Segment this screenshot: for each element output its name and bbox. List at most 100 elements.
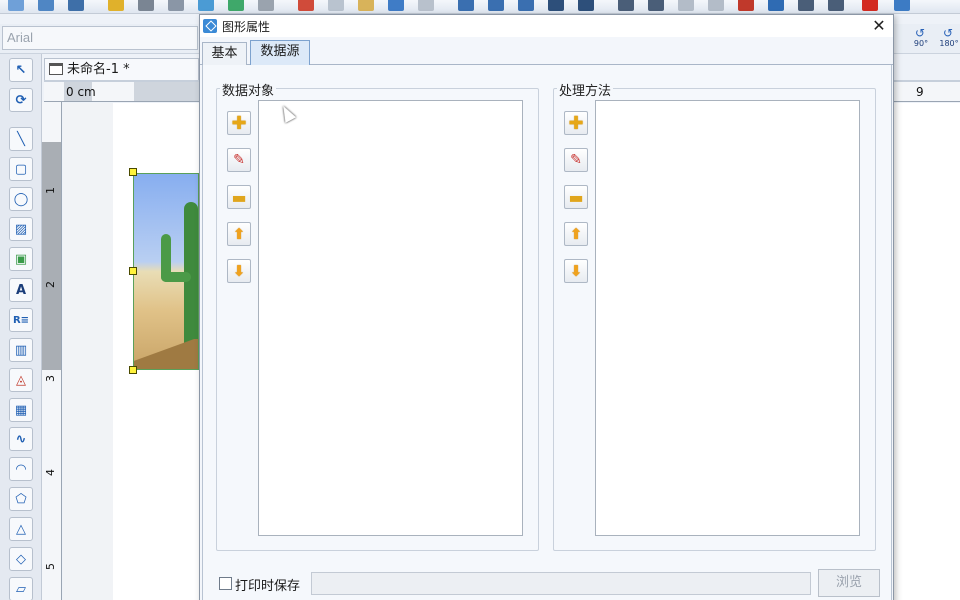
print-save-label[interactable]: 打印时保存 <box>235 575 300 594</box>
browse-button[interactable]: 浏览 <box>818 569 880 597</box>
document-icon <box>49 63 63 75</box>
distribute-icon[interactable] <box>648 0 664 11</box>
data-objects-list[interactable] <box>258 100 523 536</box>
resize-handle-top-left[interactable] <box>129 168 137 176</box>
new-icon[interactable] <box>8 0 24 11</box>
processing-methods-group: 处理方法 ✚ ✎ ▬ ⬆ ⬇ <box>553 80 876 551</box>
undo-icon[interactable] <box>388 0 404 11</box>
edit-icon: ✎ <box>233 152 245 168</box>
settings-icon[interactable] <box>108 0 124 11</box>
rotate-icon[interactable]: ⟳ <box>9 88 33 112</box>
selected-picture-object[interactable] <box>133 173 199 370</box>
remove-processing-button[interactable]: ▬ <box>564 185 588 209</box>
dialog-titlebar[interactable]: 图形属性 ✕ <box>200 15 893 37</box>
ungroup-icon[interactable] <box>708 0 724 11</box>
qrcode-icon[interactable]: ▦ <box>9 398 33 422</box>
move-up-data-object-button[interactable]: ⬆ <box>227 222 251 246</box>
eye-icon[interactable] <box>738 0 754 11</box>
resize-handle-bottom-left[interactable] <box>129 366 137 374</box>
cactus-image-arm-joint <box>161 272 191 282</box>
paste-icon[interactable] <box>358 0 374 11</box>
processing-methods-list[interactable] <box>595 100 860 536</box>
diamond-icon[interactable]: ◇ <box>9 547 33 571</box>
export-icon[interactable] <box>894 0 910 11</box>
datasource-panel: 数据对象 ✚ ✎ ▬ ⬆ ⬇ 处理方法 ✚ ✎ ▬ ⬆ ⬇ 打印时保存 浏览 <box>202 65 892 600</box>
canvas-margin <box>63 103 113 600</box>
rotate-180-label: 180° <box>939 39 959 48</box>
zoom-out-icon[interactable] <box>488 0 504 11</box>
zoom-fit-icon[interactable] <box>518 0 534 11</box>
dialog-tabs: 基本 数据源 <box>200 39 893 66</box>
picture-icon[interactable]: ▣ <box>9 247 33 271</box>
copy-icon[interactable] <box>328 0 344 11</box>
ellipse-icon[interactable]: ◯ <box>9 187 33 211</box>
shape-properties-dialog: 图形属性 ✕ 基本 数据源 数据对象 ✚ ✎ ▬ ⬆ ⬇ 处理方法 ✚ ✎ ▬ … <box>199 14 894 600</box>
image-icon[interactable]: ▨ <box>9 217 33 241</box>
curve-icon[interactable]: ∿ <box>9 427 33 451</box>
richtext-icon[interactable]: R≡ <box>9 308 33 332</box>
polygon-icon[interactable]: ⬠ <box>9 487 33 511</box>
tab-basic[interactable]: 基本 <box>202 42 247 65</box>
data-objects-label: 数据对象 <box>220 80 277 99</box>
rounded-rect-icon[interactable]: ▢ <box>9 157 33 181</box>
text-icon[interactable]: A <box>9 278 33 302</box>
sort-icon[interactable] <box>828 0 844 11</box>
pdf-icon[interactable] <box>862 0 878 11</box>
edit-processing-button[interactable]: ✎ <box>564 148 588 172</box>
edit-icon: ✎ <box>570 152 582 168</box>
fit-page-icon[interactable] <box>548 0 564 11</box>
preview-icon[interactable] <box>168 0 184 11</box>
remove-icon: ▬ <box>231 187 247 207</box>
rotate-180-button[interactable]: 180° <box>934 26 960 52</box>
group-icon[interactable] <box>678 0 694 11</box>
font-family-select[interactable]: Arial <box>2 26 198 50</box>
drawing-tools-panel: ↖ ⟳ ╲ ▢ ◯ ▨ ▣ A R≡ ▥ ◬ ▦ ∿ ◠ ⬠ △ ◇ ▱ <box>0 54 42 600</box>
tab-datasource[interactable]: 数据源 <box>250 40 310 66</box>
document-tab[interactable]: 未命名-1 * <box>44 58 199 80</box>
add-data-object-button[interactable]: ✚ <box>227 111 251 135</box>
resize-handle-middle-left[interactable] <box>129 267 137 275</box>
redo-icon[interactable] <box>418 0 434 11</box>
shape-icon[interactable]: ◬ <box>9 368 33 392</box>
database-icon[interactable] <box>198 0 214 11</box>
save-path-field[interactable] <box>311 572 811 595</box>
document-tab-title: 未命名-1 * <box>67 62 130 77</box>
move-down-icon: ⬇ <box>232 262 246 280</box>
print-save-checkbox[interactable] <box>219 577 232 590</box>
print-icon[interactable] <box>138 0 154 11</box>
line-icon[interactable]: ╲ <box>9 127 33 151</box>
move-down-data-object-button[interactable]: ⬇ <box>227 259 251 283</box>
open-icon[interactable] <box>38 0 54 11</box>
vertical-ruler: 1 2 3 4 5 <box>42 102 62 600</box>
edit-data-object-button[interactable]: ✎ <box>227 148 251 172</box>
move-up-processing-button[interactable]: ⬆ <box>564 222 588 246</box>
order-icon[interactable] <box>798 0 814 11</box>
layer-icon[interactable] <box>768 0 784 11</box>
cut-icon[interactable] <box>298 0 314 11</box>
sync-icon[interactable] <box>228 0 244 11</box>
save-icon[interactable] <box>68 0 84 11</box>
grid-icon[interactable] <box>258 0 274 11</box>
ruler-label-4: 4 <box>44 469 57 476</box>
barcode-icon[interactable]: ▥ <box>9 338 33 362</box>
zoom-in-icon[interactable] <box>458 0 474 11</box>
arc-icon[interactable]: ◠ <box>9 457 33 481</box>
ruler-margin-selection <box>134 82 200 101</box>
align-icon[interactable] <box>618 0 634 11</box>
add-processing-button[interactable]: ✚ <box>564 111 588 135</box>
close-icon[interactable]: ✕ <box>868 15 890 37</box>
move-down-processing-button[interactable]: ⬇ <box>564 259 588 283</box>
fit-width-icon[interactable] <box>578 0 594 11</box>
add-icon: ✚ <box>231 112 247 134</box>
remove-data-object-button[interactable]: ▬ <box>227 185 251 209</box>
move-down-icon: ⬇ <box>569 262 583 280</box>
parallelogram-icon[interactable]: ▱ <box>9 577 33 600</box>
ruler-label-2: 2 <box>44 281 57 288</box>
triangle-icon[interactable]: △ <box>9 517 33 541</box>
rotate-90-button[interactable]: 90° <box>906 26 936 52</box>
desert-image-shadow <box>134 339 198 369</box>
processing-methods-label: 处理方法 <box>557 80 614 99</box>
pointer-icon[interactable]: ↖ <box>9 58 33 82</box>
data-objects-group: 数据对象 ✚ ✎ ▬ ⬆ ⬇ <box>216 80 539 551</box>
add-icon: ✚ <box>568 112 584 134</box>
